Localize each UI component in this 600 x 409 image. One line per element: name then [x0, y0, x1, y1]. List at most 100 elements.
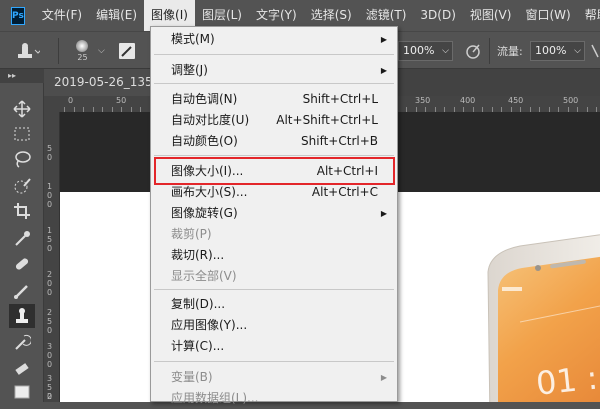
tool-gradient[interactable]	[9, 380, 35, 404]
menu-item-label: 自动对比度(U)	[171, 113, 250, 127]
healing-icon	[15, 258, 29, 270]
menu-item-label: 变量(B)	[171, 370, 213, 384]
menu-item-reveal-all[interactable]: 显示全部(V)	[151, 266, 397, 287]
flow-value: 100%	[535, 44, 567, 57]
menu-help[interactable]: 帮助	[578, 0, 600, 31]
brush-icon	[14, 285, 28, 299]
menu-item-calculations[interactable]: 计算(C)...	[151, 336, 397, 357]
menu-item-label: 裁切(R)...	[171, 248, 225, 262]
menu-item-label: 应用数据组(L)...	[171, 391, 259, 405]
chevron-down-icon[interactable]: ⌵	[98, 32, 105, 70]
menu-item-apply-image[interactable]: 应用图像(Y)...	[151, 315, 397, 336]
menu-item-auto-contrast[interactable]: 自动对比度(U) Alt+Shift+Ctrl+L	[151, 110, 397, 131]
flow-field[interactable]: 100% ⌵	[530, 41, 585, 61]
submenu-arrow-icon: ▶	[380, 373, 387, 382]
ruler-label: 1 0 0	[47, 182, 53, 209]
menu-item-duplicate[interactable]: 复制(D)...	[151, 294, 397, 315]
divider	[489, 38, 490, 64]
menu-item-image-rotation[interactable]: 图像旋转(G) ▶	[151, 203, 397, 224]
brush-size: 25	[77, 53, 88, 62]
tools-panel	[0, 83, 44, 402]
menu-item-auto-tone[interactable]: 自动色调(N) Shift+Ctrl+L	[151, 89, 397, 110]
gradient-icon	[14, 385, 30, 399]
toolbar-collapse-button[interactable]: ▸▸	[0, 69, 44, 83]
tool-marquee[interactable]	[9, 122, 35, 146]
menu-item-variables[interactable]: 变量(B) ▶	[151, 367, 397, 388]
menu-item-label: 显示全部(V)	[171, 269, 237, 283]
airbrush-toggle[interactable]	[590, 32, 600, 70]
photoshop-logo[interactable]: Ps	[11, 6, 25, 25]
menu-item-auto-color[interactable]: 自动颜色(O) Shift+Ctrl+B	[151, 131, 397, 152]
brush-panel-toggle[interactable]	[117, 32, 137, 70]
menu-item-apply-data-set[interactable]: 应用数据组(L)...	[151, 388, 397, 409]
ruler-label: 2	[47, 392, 53, 401]
menu-separator	[154, 54, 394, 55]
ruler-label: 1 5 0	[47, 226, 53, 253]
chevron-down-icon: ⌵	[574, 46, 581, 56]
submenu-arrow-icon: ▶	[380, 35, 387, 44]
airbrush-icon	[591, 44, 599, 58]
tool-eyedropper[interactable]	[9, 227, 35, 251]
menu-item-label: 模式(M)	[171, 32, 215, 46]
crop-icon	[14, 203, 30, 219]
menu-item-shortcut: Alt+Shift+Ctrl+L	[276, 113, 378, 127]
tool-preset-picker[interactable]	[10, 32, 40, 70]
menu-item-label: 裁剪(P)	[171, 227, 212, 241]
pressure-opacity-toggle[interactable]	[464, 32, 482, 70]
brush-settings-icon	[119, 43, 135, 59]
tool-quick-select[interactable]	[9, 174, 35, 198]
menu-window[interactable]: 窗口(W)	[518, 0, 577, 31]
submenu-arrow-icon: ▶	[380, 209, 387, 218]
menu-item-label: 调整(J)	[171, 63, 208, 77]
ruler-label: 50	[116, 96, 127, 105]
clone-stamp-icon	[16, 308, 28, 323]
menu-item-label: 复制(D)...	[171, 297, 226, 311]
quick-select-icon	[14, 178, 31, 194]
tool-crop[interactable]	[9, 199, 35, 223]
menu-item-shortcut: Shift+Ctrl+L	[302, 92, 378, 106]
eyedropper-icon	[15, 231, 30, 246]
highlight-annotation-box	[154, 157, 395, 185]
ruler-label: 500	[563, 96, 579, 105]
menu-item-mode[interactable]: 模式(M) ▶	[151, 29, 397, 50]
brush-tip-icon	[76, 40, 88, 52]
move-icon	[13, 100, 31, 118]
tool-move[interactable]	[9, 97, 35, 121]
menu-item-label: 计算(C)...	[171, 339, 225, 353]
tool-lasso[interactable]	[9, 147, 35, 171]
ruler-corner	[44, 96, 60, 112]
menu-item-label: 图像旋转(G)	[171, 206, 238, 220]
marquee-icon	[14, 127, 30, 141]
menu-item-canvas-size[interactable]: 画布大小(S)... Alt+Ctrl+C	[151, 182, 397, 203]
lasso-icon	[15, 151, 31, 168]
tool-history-brush[interactable]	[9, 331, 35, 355]
menu-item-label: 画布大小(S)...	[171, 185, 248, 199]
tool-brush[interactable]	[9, 279, 35, 303]
menu-item-shortcut: Shift+Ctrl+B	[301, 134, 378, 148]
ruler-label: 3 0 0	[47, 342, 53, 369]
divider	[58, 38, 59, 64]
menu-3d[interactable]: 3D(D)	[413, 0, 462, 31]
history-brush-icon	[15, 334, 31, 350]
pressure-icon	[466, 44, 480, 59]
menu-separator	[154, 83, 394, 84]
menu-item-crop[interactable]: 裁剪(P)	[151, 224, 397, 245]
menu-separator	[154, 361, 394, 362]
tool-eraser[interactable]	[9, 356, 35, 380]
menu-edit[interactable]: 编辑(E)	[89, 0, 144, 31]
menu-view[interactable]: 视图(V)	[463, 0, 519, 31]
menu-item-trim[interactable]: 裁切(R)...	[151, 245, 397, 266]
menu-item-shortcut: Alt+Ctrl+C	[311, 185, 378, 199]
brush-preset-picker[interactable]: 25	[72, 32, 88, 70]
opacity-field[interactable]: 100% ⌵	[398, 41, 453, 61]
menu-item-label: 自动颜色(O)	[171, 134, 238, 148]
tool-healing[interactable]	[9, 252, 35, 276]
menu-item-adjustments[interactable]: 调整(J) ▶	[151, 60, 397, 81]
menu-file[interactable]: 文件(F)	[35, 0, 89, 31]
tool-clone-stamp[interactable]	[9, 304, 35, 328]
ruler-label: 450	[508, 96, 524, 105]
ruler-label: 350	[415, 96, 431, 105]
ruler-label: 400	[460, 96, 476, 105]
vertical-ruler[interactable]: 5 0 1 0 0 1 5 0 2 0 0 2 5 0 3 0 0 3 5 0 …	[44, 112, 60, 402]
menu-item-label: 自动色调(N)	[171, 92, 238, 106]
